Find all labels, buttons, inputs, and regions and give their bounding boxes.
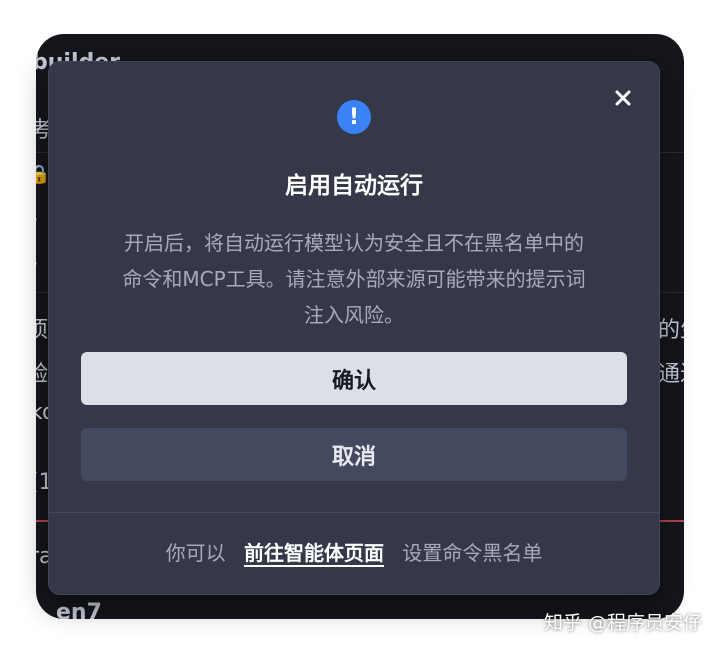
dialog-footer: 你可以 前往智能体页面 设置命令黑名单	[49, 537, 659, 566]
alert-icon: !	[337, 100, 371, 134]
agent-page-link[interactable]: 前往智能体页面	[244, 541, 384, 565]
bg-fragment: 验	[36, 362, 49, 387]
close-icon	[615, 90, 631, 106]
close-button[interactable]	[609, 84, 637, 112]
dialog-title: 启用自动运行	[285, 173, 423, 199]
description-line: 命令和MCP工具。请注意外部来源可能带来的提示词	[122, 267, 586, 291]
auto-run-dialog: ! 启用自动运行 开启后，将自动运行模型认为安全且不在黑名单中的 命令和MCP工…	[48, 61, 660, 595]
dialog-description: 开启后，将自动运行模型认为安全且不在黑名单中的 命令和MCP工具。请注意外部来源…	[79, 225, 629, 333]
bg-fragment: 的生	[658, 318, 684, 343]
description-line: 注入风险。	[304, 303, 404, 327]
cancel-button[interactable]: 取消	[81, 428, 627, 481]
bg-fragment: 通过	[658, 362, 684, 387]
footer-prefix: 你可以	[165, 541, 226, 565]
bg-fragment: 项	[36, 318, 49, 343]
footer-divider	[49, 512, 659, 513]
bg-fragment: °	[36, 214, 38, 233]
footer-suffix: 设置命令黑名单	[402, 541, 543, 565]
bg-fragment: °	[36, 258, 38, 277]
description-line: 开启后，将自动运行模型认为安全且不在黑名单中的	[124, 231, 584, 255]
watermark: 知乎 @程序员安仔	[543, 612, 702, 634]
bg-fragment: en7	[56, 600, 102, 619]
confirm-button[interactable]: 确认	[81, 352, 627, 405]
